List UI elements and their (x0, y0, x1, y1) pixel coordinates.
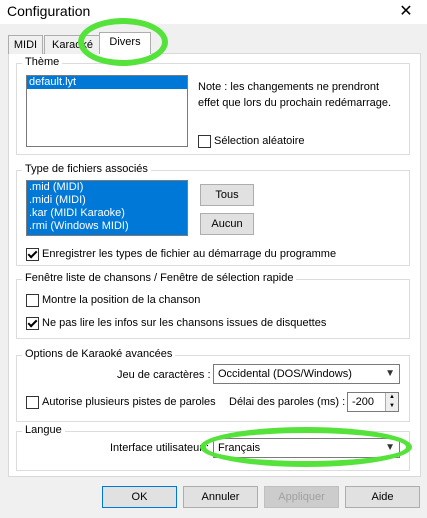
tab-divers[interactable]: Divers (99, 32, 151, 54)
karaoke-legend: Options de Karaoké avancées (22, 348, 176, 360)
multi-tracks-checkbox[interactable] (26, 396, 39, 409)
songlist-group (16, 279, 410, 339)
list-item[interactable]: .midi (MIDI) (27, 194, 187, 207)
all-button[interactable]: Tous (200, 184, 254, 206)
multi-tracks-label: Autorise plusieurs pistes de paroles (42, 396, 216, 408)
register-label: Enregistrer les types de fichier au déma… (42, 248, 337, 260)
list-item[interactable]: .mid (MIDI) (27, 181, 187, 194)
theme-list[interactable]: default.lyt (26, 75, 188, 147)
tab-karaoke[interactable]: Karaoké (44, 35, 101, 54)
tab-midi[interactable]: MIDI (8, 35, 43, 54)
window-title: Configuration (7, 3, 91, 19)
none-button[interactable]: Aucun (200, 213, 254, 235)
filetypes-list[interactable]: .mid (MIDI) .midi (MIDI) .kar (MIDI Kara… (26, 180, 188, 236)
stepper-arrows-icon[interactable]: ▲ ▼ (385, 393, 398, 411)
cancel-button[interactable]: Annuler (183, 486, 258, 508)
delay-value: -200 (352, 396, 375, 408)
delay-stepper[interactable]: -200 ▲ ▼ (347, 392, 399, 412)
show-position-label: Montre la position de la chanson (42, 294, 201, 306)
no-floppy-checkbox[interactable] (26, 317, 39, 330)
help-button[interactable]: Aide (345, 486, 420, 508)
apply-button[interactable]: Appliquer (264, 486, 339, 508)
chevron-down-icon: ▼ (385, 368, 395, 379)
list-item[interactable]: .kar (MIDI Karaoke) (27, 207, 187, 220)
list-item[interactable]: .rmi (Windows MIDI) (27, 220, 187, 233)
songlist-legend: Fenêtre liste de chansons / Fenêtre de s… (22, 272, 297, 284)
theme-note: Note : les changements ne prendront effe… (198, 81, 392, 109)
charset-value: Occidental (DOS/Windows) (218, 368, 352, 380)
no-floppy-label: Ne pas lire les infos sur les chansons i… (42, 317, 327, 329)
ui-language-value: Français (218, 442, 261, 454)
register-checkbox[interactable] (26, 248, 39, 261)
charset-label: Jeu de caractères : (117, 369, 211, 381)
filetypes-legend: Type de fichiers associés (22, 163, 151, 175)
theme-legend: Thème (22, 56, 63, 68)
chevron-down-icon: ▼ (385, 442, 395, 453)
show-position-checkbox[interactable] (26, 294, 39, 307)
random-checkbox[interactable] (198, 135, 211, 148)
ok-button[interactable]: OK (102, 486, 177, 508)
close-icon[interactable]: ✕ (397, 1, 415, 21)
charset-select[interactable]: Occidental (DOS/Windows) ▼ (213, 364, 400, 384)
delay-label: Délai des paroles (ms) : (229, 396, 346, 408)
ui-language-select[interactable]: Français ▼ (213, 438, 400, 458)
ui-language-label: Interface utilisateur : (110, 442, 210, 454)
list-item[interactable]: default.lyt (27, 76, 187, 89)
random-label: Sélection aléatoire (214, 135, 305, 147)
language-legend: Langue (22, 424, 65, 436)
